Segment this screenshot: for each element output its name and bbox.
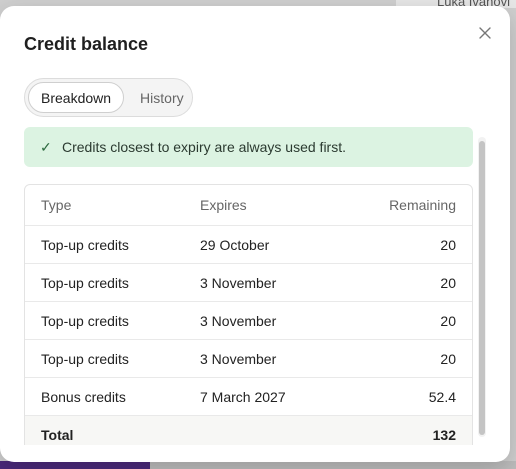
cell-expires: 3 November [200, 350, 277, 367]
credits-table: Type Expires Remaining Top-up credits 29… [24, 184, 473, 445]
notice-text: Credits closest to expiry are always use… [62, 139, 346, 155]
cell-expires: 7 March 2027 [200, 388, 286, 405]
expiry-notice: ✓ Credits closest to expiry are always u… [24, 127, 473, 167]
tab-history[interactable]: History [128, 82, 196, 113]
cell-expires: 29 October [200, 236, 270, 253]
cell-type: Top-up credits [41, 274, 129, 291]
cell-expires: 3 November [200, 312, 277, 329]
check-icon: ✓ [40, 138, 52, 155]
column-header-remaining: Remaining [389, 197, 456, 213]
cell-remaining: 20 [440, 312, 456, 329]
table-row: Top-up credits 29 October 20 [25, 225, 472, 263]
close-button[interactable] [474, 22, 496, 44]
background-content-strip [150, 461, 516, 469]
cell-remaining: 20 [440, 236, 456, 253]
tab-group: Breakdown History [24, 78, 193, 117]
scrollbar-thumb[interactable] [479, 141, 485, 435]
vertical-scrollbar[interactable] [478, 137, 486, 437]
modal-title: Credit balance [24, 34, 149, 54]
cell-expires: 3 November [200, 274, 277, 291]
close-icon [479, 27, 491, 39]
cell-type: Bonus credits [41, 388, 126, 405]
tab-breakdown[interactable]: Breakdown [28, 82, 125, 113]
background-sidebar-strip [0, 461, 150, 469]
credit-balance-modal: Credit balance Breakdown History ✓ Credi… [0, 6, 510, 462]
column-header-expires: Expires [200, 197, 247, 213]
table-row: Top-up credits 3 November 20 [25, 339, 472, 377]
table-total-row: Total 132 [25, 415, 472, 445]
table-row: Bonus credits 7 March 2027 52.4 [25, 377, 472, 415]
table-header-row: Type Expires Remaining [25, 185, 472, 225]
table-row: Top-up credits 3 November 20 [25, 301, 472, 339]
cell-remaining: 20 [440, 274, 456, 291]
total-label: Total [41, 426, 74, 443]
cell-remaining: 52.4 [428, 388, 456, 405]
modal-scroll-area: ✓ Credits closest to expiry are always u… [24, 127, 473, 445]
cell-type: Top-up credits [41, 236, 129, 253]
total-value: 132 [432, 426, 456, 443]
cell-type: Top-up credits [41, 350, 129, 367]
column-header-type: Type [41, 197, 72, 213]
table-row: Top-up credits 3 November 20 [25, 263, 472, 301]
cell-remaining: 20 [440, 350, 456, 367]
cell-type: Top-up credits [41, 312, 129, 329]
